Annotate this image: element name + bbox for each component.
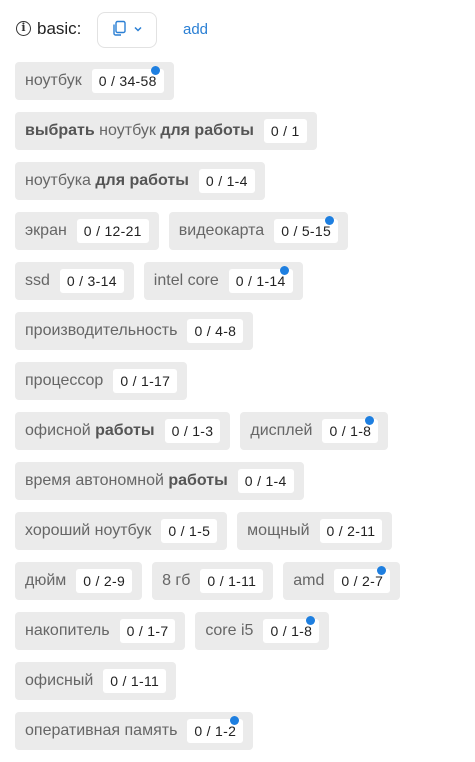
keyword-count-badge: 0 / 1 [263, 119, 307, 143]
keyword-count-badge: 0 / 1-11 [103, 669, 167, 693]
keyword-tag-label: 8 гб [162, 572, 191, 589]
keyword-tag[interactable]: ssd 0 / 3-14 [15, 262, 134, 300]
keyword-tag[interactable]: процессор 0 / 1-17 [15, 362, 188, 400]
keyword-tag-label: ноутбук [25, 72, 82, 89]
copy-icon [111, 20, 127, 41]
keyword-tag-label: накопитель [25, 622, 110, 639]
keyword-count-badge: 0 / 2-9 [76, 569, 133, 593]
header: i basic: add [0, 0, 475, 62]
keyword-tag-label: процессор [25, 372, 104, 389]
keyword-tag[interactable]: выбрать ноутбук для работы 0 / 1 [15, 112, 317, 150]
info-icon[interactable]: i [16, 21, 31, 36]
keyword-tag-label: выбрать ноутбук для работы [25, 122, 254, 139]
keyword-tag-label: дюйм [25, 572, 67, 589]
keyword-tag[interactable]: офисной работы 0 / 1-3 [15, 412, 231, 450]
keyword-tag-label: мощный [247, 522, 310, 539]
keyword-tag-label: intel core [153, 272, 219, 289]
keyword-count-badge: 0 / 12-21 [76, 219, 149, 243]
keyword-count-badge: 0 / 4-8 [187, 319, 244, 343]
keyword-tag[interactable]: дюйм 0 / 2-9 [15, 562, 143, 600]
keyword-tag-label: офисный [25, 672, 94, 689]
keyword-tag[interactable]: ноутбук 0 / 34-58 [15, 62, 174, 100]
keyword-tag[interactable]: 8 гб 0 / 1-11 [152, 562, 274, 600]
keyword-tag-label: оперативная память [25, 722, 178, 739]
keyword-tag[interactable]: экран 0 / 12-21 [15, 212, 159, 250]
keyword-count-badge: 0 / 1-11 [200, 569, 264, 593]
keyword-tag[interactable]: ноутбука для работы 0 / 1-4 [15, 162, 265, 200]
keyword-count-badge: 0 / 3-14 [59, 269, 124, 293]
keyword-count-badge: 0 / 1-3 [164, 419, 221, 443]
indicator-dot [325, 216, 335, 225]
keyword-tag[interactable]: intel core 0 / 1-14 [143, 262, 303, 300]
keyword-tag[interactable]: производительность 0 / 4-8 [15, 312, 254, 350]
keyword-tag[interactable]: офисный 0 / 1-11 [15, 662, 177, 700]
keyword-count-badge: 0 / 1-17 [113, 369, 178, 393]
keyword-tag[interactable]: дисплей 0 / 1-8 [240, 412, 389, 450]
indicator-dot [279, 266, 289, 275]
copy-dropdown-button[interactable] [97, 12, 157, 48]
keyword-count-badge: 0 / 1-4 [237, 469, 294, 493]
add-link[interactable]: add [183, 21, 208, 38]
keyword-tag[interactable]: время автономной работы 0 / 1-4 [15, 462, 304, 500]
section-label: basic: [37, 19, 82, 38]
keyword-tag-list: ноутбук 0 / 34-58 выбрать ноутбук для раб… [15, 62, 465, 762]
keyword-tag-label: экран [25, 222, 67, 239]
keyword-tag-label: производительность [25, 322, 178, 339]
keyword-tag-label: видеокарта [178, 222, 265, 239]
keyword-tag-label: хороший ноутбук [25, 522, 152, 539]
keyword-tag[interactable]: хороший ноутбук 0 / 1-5 [15, 512, 228, 550]
keyword-count-badge: 0 / 1-4 [198, 169, 255, 193]
keyword-tag[interactable]: amd 0 / 2-7 [283, 562, 401, 600]
keyword-tag[interactable]: мощный 0 / 2-11 [237, 512, 393, 550]
keyword-tag-label: core i5 [205, 622, 254, 639]
indicator-dot [150, 66, 160, 75]
keyword-count-badge: 0 / 2-11 [319, 519, 383, 543]
keyword-tag[interactable]: накопитель 0 / 1-7 [15, 612, 186, 650]
keyword-tag-label: офисной работы [25, 422, 155, 439]
chevron-down-icon [133, 21, 143, 39]
keyword-tag[interactable]: видеокарта 0 / 5-15 [168, 212, 349, 250]
keyword-count-badge: 0 / 1-5 [161, 519, 218, 543]
keyword-tag-label: время автономной работы [25, 472, 228, 489]
keyword-tag-label: ssd [25, 272, 50, 289]
keyword-tag-label: ноутбука для работы [25, 172, 189, 189]
keyword-count-badge: 0 / 1-7 [119, 619, 176, 643]
keyword-tag-label: дисплей [250, 422, 313, 439]
keyword-tag[interactable]: core i5 0 / 1-8 [195, 612, 330, 650]
keyword-tag-label: amd [293, 572, 325, 589]
keyword-tag[interactable]: оперативная память 0 / 1-2 [15, 712, 254, 750]
